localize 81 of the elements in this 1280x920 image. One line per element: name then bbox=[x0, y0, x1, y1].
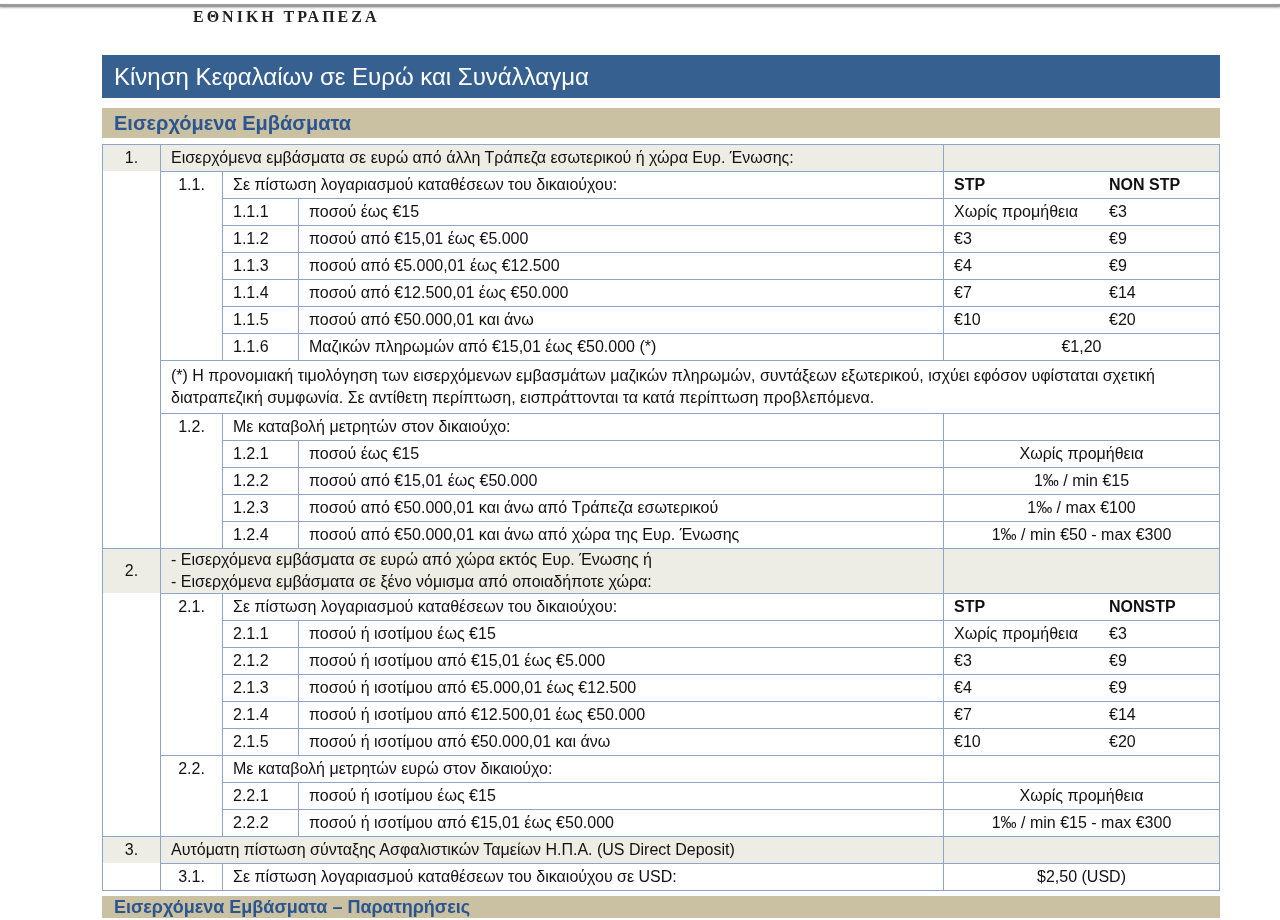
row-label: Με καταβολή μετρητών ευρώ στον δικαιούχο: bbox=[222, 755, 943, 782]
non-stp-fee: €3 bbox=[1109, 624, 1128, 644]
non-stp-fee: €9 bbox=[1109, 229, 1128, 249]
row-label: ποσού από €50.000,01 και άνω bbox=[298, 306, 943, 333]
stp-fee: €7 bbox=[954, 705, 973, 725]
stp-fee: Χωρίς προμήθεια bbox=[954, 202, 1079, 222]
stp-fee: STP bbox=[954, 175, 987, 195]
footnote-text: (*) Η προνομιακή τιμολόγηση των εισερχόμενων εμβασμάτων μαζικών πληρωμών, συντάξεων εξωτερικού, ισχύει εφόσον υφίσταται σχετική διατραπεζική συμφωνία. Σε αντίθετη περίπτωση, εισπράττονται τα κατά περίπτωση προβλεπόμενα. bbox=[171, 366, 1156, 408]
row-label: ποσού ή ισοτίμου από €5.000,01 έως €12.500 bbox=[298, 674, 943, 701]
stp-fee: €3 bbox=[954, 651, 973, 671]
row-label: ποσού από €12.500,01 έως €50.000 bbox=[298, 279, 943, 306]
fee-cell: 1‰ / min €15 bbox=[943, 467, 1219, 494]
row-number: 1.1.2 bbox=[222, 225, 298, 252]
fee-cell: Χωρίς προμήθεια bbox=[943, 782, 1219, 809]
row-label: ποσού από €5.000,01 έως €12.500 bbox=[298, 252, 943, 279]
stp-fee: €4 bbox=[954, 678, 973, 698]
row-label: ποσού έως €15 bbox=[298, 440, 943, 467]
section-heading: Εισερχόμενα Εμβάσματα – Παρατηρήσεις bbox=[102, 896, 1220, 918]
row-heading: Εισερχόμενα εμβάσματα σε ευρώ από άλλη Τράπεζα εσωτερικού ή χώρα Ευρ. Ένωσης: bbox=[171, 148, 794, 168]
row-label: ποσού ή ισοτίμου έως €15 bbox=[298, 782, 943, 809]
fee-cell: 1‰ / min €50 - max €300 bbox=[943, 521, 1219, 548]
non-stp-fee: €9 bbox=[1109, 678, 1128, 698]
row-number: 1.1.4 bbox=[222, 279, 298, 306]
stp-fee: €10 bbox=[954, 310, 982, 330]
non-stp-fee: €9 bbox=[1109, 651, 1128, 671]
row-heading: - Εισερχόμενα εμβάσματα σε ευρώ από χώρα εκτός Ευρ. Ένωσης ή bbox=[171, 550, 652, 570]
row-label: ποσού από €15,01 έως €5.000 bbox=[298, 225, 943, 252]
row-number: 1.2.4 bbox=[222, 521, 298, 548]
non-stp-fee: NON STP bbox=[1109, 175, 1182, 195]
row-label: ποσού ή ισοτίμου έως €15 bbox=[298, 620, 943, 647]
row-number: 1.2.2 bbox=[222, 467, 298, 494]
fee-cell: 1‰ / min €15 - max €300 bbox=[943, 809, 1219, 836]
stp-fee: €10 bbox=[954, 732, 982, 752]
row-number: 1.2.1 bbox=[222, 440, 298, 467]
row-number: 2.2.1 bbox=[222, 782, 298, 809]
row-label: ποσού από €15,01 έως €50.000 bbox=[298, 467, 943, 494]
row-heading: - Εισερχόμενα εμβάσματα σε ξένο νόμισμα από οποιαδήποτε χώρα: bbox=[171, 572, 652, 592]
fee-cell: 1‰ / max €100 bbox=[943, 494, 1219, 521]
stp-fee: STP bbox=[954, 597, 987, 617]
row-number: 2.1.5 bbox=[222, 728, 298, 755]
row-label: ποσού από €50.000,01 και άνω από χώρα της Ευρ. Ένωσης bbox=[298, 521, 943, 548]
fee-cell: Χωρίς προμήθεια bbox=[943, 440, 1219, 467]
row-number: 3.1. bbox=[160, 863, 222, 890]
row-label: ποσού ή ισοτίμου από €12.500,01 έως €50.000 bbox=[298, 701, 943, 728]
row-number: 1.1.3 bbox=[222, 252, 298, 279]
non-stp-fee: €14 bbox=[1109, 705, 1137, 725]
non-stp-fee: €14 bbox=[1109, 283, 1137, 303]
row-label: Σε πίστωση λογαριασμού καταθέσεων του δικαιούχου: bbox=[222, 171, 943, 198]
stp-fee: Χωρίς προμήθεια bbox=[954, 624, 1079, 644]
non-stp-fee: €20 bbox=[1109, 732, 1137, 752]
section-heading: Εισερχόμενα Εμβάσματα bbox=[102, 108, 1220, 138]
stp-fee: €7 bbox=[954, 283, 973, 303]
non-stp-fee: €9 bbox=[1109, 256, 1128, 276]
row-number: 1.1.1 bbox=[222, 198, 298, 225]
row-label: ποσού ή ισοτίμου από €15,01 έως €5.000 bbox=[298, 647, 943, 674]
non-stp-fee: NONSTP bbox=[1109, 597, 1177, 617]
row-number: 2.2.2 bbox=[222, 809, 298, 836]
bank-name: ΕΘΝΙΚΗ ΤΡΑΠΕΖΑ bbox=[193, 8, 381, 27]
row-label: Σε πίστωση λογαριασμού καταθέσεων του δικαιούχου σε USD: bbox=[222, 863, 943, 890]
row-number: 2.1.2 bbox=[222, 647, 298, 674]
row-number: 2.1.1 bbox=[222, 620, 298, 647]
fee-cell: €1,20 bbox=[943, 333, 1219, 360]
row-number: 1.2.3 bbox=[222, 494, 298, 521]
stp-fee: €4 bbox=[954, 256, 973, 276]
row-label: ποσού από €50.000,01 και άνω από Τράπεζα εσωτερικού bbox=[298, 494, 943, 521]
fee-cell: $2,50 (USD) bbox=[943, 863, 1219, 890]
page-title: Κίνηση Κεφαλαίων σε Ευρώ και Συνάλλαγμα bbox=[102, 55, 1220, 98]
row-label: Με καταβολή μετρητών στον δικαιούχο: bbox=[222, 413, 943, 440]
row-label: ποσού ή ισοτίμου από €15,01 έως €50.000 bbox=[298, 809, 943, 836]
row-heading: Αυτόματη πίστωση σύνταξης Ασφαλιστικών Ταμείων Η.Π.Α. (US Direct Deposit) bbox=[171, 840, 735, 860]
row-label: ποσού έως €15 bbox=[298, 198, 943, 225]
row-number: 1.1.5 bbox=[222, 306, 298, 333]
row-number: 2.1.4 bbox=[222, 701, 298, 728]
row-number: 1.1.6 bbox=[222, 333, 298, 360]
row-label: Σε πίστωση λογαριασμού καταθέσεων του δικαιούχου: bbox=[222, 593, 943, 620]
row-label: Μαζικών πληρωμών από €15,01 έως €50.000 (*) bbox=[298, 333, 943, 360]
row-number: 2.1.3 bbox=[222, 674, 298, 701]
non-stp-fee: €20 bbox=[1109, 310, 1137, 330]
stp-fee: €3 bbox=[954, 229, 973, 249]
row-label: ποσού ή ισοτίμου από €50.000,01 και άνω bbox=[298, 728, 943, 755]
non-stp-fee: €3 bbox=[1109, 202, 1128, 222]
